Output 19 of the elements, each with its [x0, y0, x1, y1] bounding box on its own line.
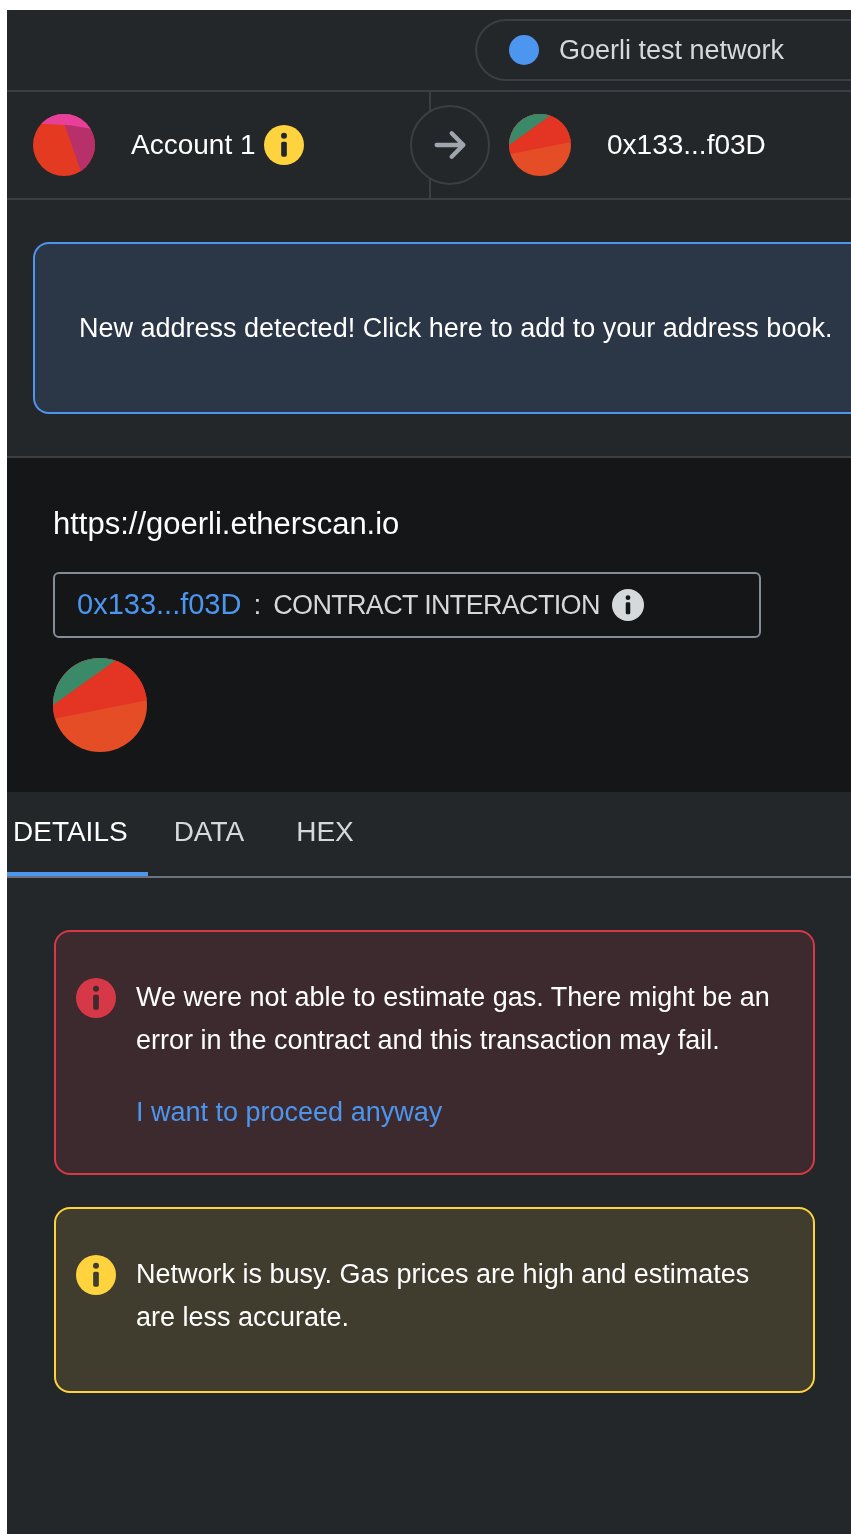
info-icon	[263, 125, 304, 165]
info-icon	[611, 589, 644, 621]
tab[interactable]: DATA	[147, 792, 271, 876]
origin-url: https://goerli.etherscan.io	[53, 505, 401, 543]
contract-address-link[interactable]: 0x133...f03D	[77, 583, 242, 627]
alert-message: Network is busy. Gas prices are high and estimates are less accurate.	[136, 1257, 751, 1334]
info-icon	[76, 978, 116, 1018]
info-icon	[76, 1254, 116, 1295]
address-book-banner[interactable]: New address detected! Click here to add to your address book.	[33, 242, 851, 414]
contract-label: CONTRACT INTERACTION	[273, 588, 600, 622]
network-selector[interactable]: Goerli test network	[475, 19, 851, 81]
proceed-link[interactable]: I want to proceed anyway	[136, 1092, 773, 1133]
tab[interactable]: DETAILS	[7, 792, 148, 876]
recipient-address: 0x133...f03D	[607, 128, 766, 162]
account-name: Account 1	[131, 128, 256, 162]
network-name: Goerli test network	[559, 33, 785, 67]
tab[interactable]: HEX	[270, 792, 380, 876]
alert-message: We were not able to estimate gas. There might be an error in the contract and this transaction may fail.	[136, 981, 771, 1057]
separator: :	[253, 588, 262, 622]
